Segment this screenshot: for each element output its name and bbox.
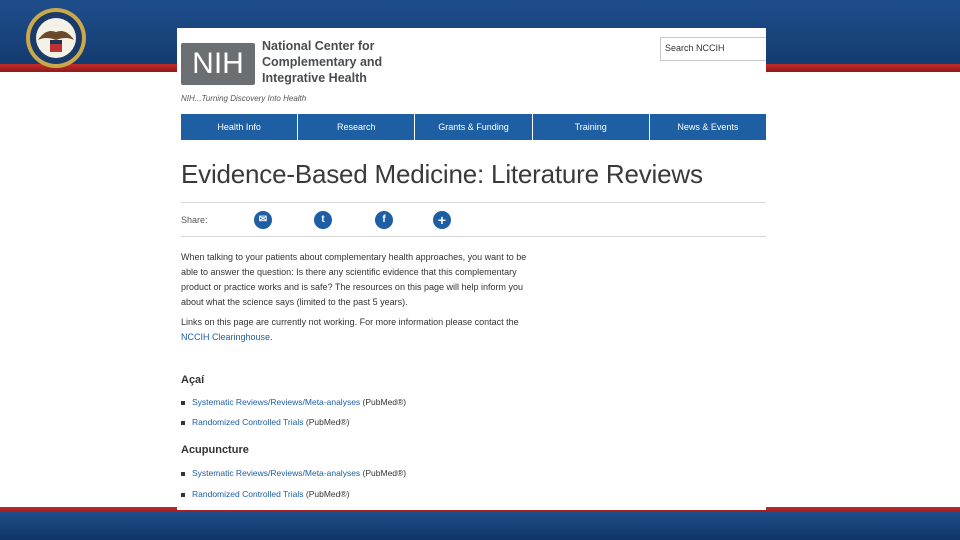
list-item: Systematic Reviews/Reviews/Meta-analyses… bbox=[181, 397, 406, 407]
intro-paragraph: When talking to your patients about comp… bbox=[181, 250, 576, 310]
section-heading-acupuncture: Acupuncture bbox=[181, 444, 249, 456]
reviews-link[interactable]: Systematic Reviews/Reviews/Meta-analyses bbox=[192, 468, 360, 478]
twitter-icon[interactable]: t bbox=[314, 211, 332, 229]
search-input[interactable] bbox=[661, 38, 765, 58]
org-name-line: National Center for bbox=[262, 39, 375, 53]
main-nav: Health Info Research Grants & Funding Tr… bbox=[181, 114, 766, 140]
tagline: NIH...Turning Discovery Into Health bbox=[181, 94, 307, 103]
clearinghouse-link[interactable]: NCCIH Clearinghouse bbox=[181, 332, 270, 342]
divider bbox=[181, 202, 766, 203]
notice-link-line: NCCIH Clearinghouse. bbox=[181, 330, 576, 345]
intro-line: When talking to your patients about comp… bbox=[181, 252, 527, 262]
notice-end: . bbox=[270, 332, 273, 342]
bullet bbox=[181, 492, 185, 497]
reviews-link[interactable]: Systematic Reviews/Reviews/Meta-analyses bbox=[192, 397, 360, 407]
intro-line: product or practice works and is safe? T… bbox=[181, 282, 524, 292]
email-icon[interactable]: ✉ bbox=[254, 211, 272, 229]
bullet bbox=[181, 400, 185, 405]
org-name-line: Integrative Health bbox=[262, 71, 367, 85]
pubmed-suffix: (PubMed®) bbox=[303, 417, 350, 427]
bullet bbox=[181, 471, 185, 476]
nav-item-health-info[interactable]: Health Info bbox=[181, 114, 299, 140]
page-title: Evidence-Based Medicine: Literature Revi… bbox=[181, 159, 703, 189]
plus-icon[interactable]: + bbox=[433, 211, 451, 229]
notice-paragraph: Links on this page are currently not wor… bbox=[181, 315, 576, 345]
webpage-screenshot: NIH National Center for Complementary an… bbox=[177, 28, 766, 510]
facebook-icon[interactable]: f bbox=[375, 211, 393, 229]
divider bbox=[181, 236, 766, 237]
org-name-line: Complementary and bbox=[262, 55, 383, 69]
slide-footer-band bbox=[0, 512, 960, 540]
intro-line: about what the science says (limited to … bbox=[181, 297, 408, 307]
nav-item-grants-funding[interactable]: Grants & Funding bbox=[415, 114, 533, 140]
section-heading-acai: Açaí bbox=[181, 374, 205, 386]
bullet bbox=[181, 420, 185, 425]
nav-item-news-events[interactable]: News & Events bbox=[649, 114, 766, 140]
intro-line: able to answer the question: Is there an… bbox=[181, 267, 517, 277]
pubmed-suffix: (PubMed®) bbox=[360, 468, 407, 478]
pubmed-suffix: (PubMed®) bbox=[360, 397, 407, 407]
org-name: National Center for Complementary and In… bbox=[262, 38, 442, 86]
list-item: Systematic Reviews/Reviews/Meta-analyses… bbox=[181, 468, 406, 478]
seal-icon bbox=[26, 8, 86, 68]
list-item: Randomized Controlled Trials (PubMed®) bbox=[181, 489, 349, 499]
rct-link[interactable]: Randomized Controlled Trials bbox=[192, 417, 304, 427]
rct-link[interactable]: Randomized Controlled Trials bbox=[192, 489, 304, 499]
list-item: Randomized Controlled Trials (PubMed®) bbox=[181, 417, 349, 427]
nih-logo[interactable]: NIH bbox=[181, 43, 255, 85]
nav-item-research[interactable]: Research bbox=[298, 114, 416, 140]
search-box[interactable] bbox=[660, 37, 766, 61]
notice-text: Links on this page are currently not wor… bbox=[181, 317, 519, 327]
pubmed-suffix: (PubMed®) bbox=[303, 489, 350, 499]
nav-item-training[interactable]: Training bbox=[532, 114, 650, 140]
share-label: Share: bbox=[181, 215, 208, 225]
